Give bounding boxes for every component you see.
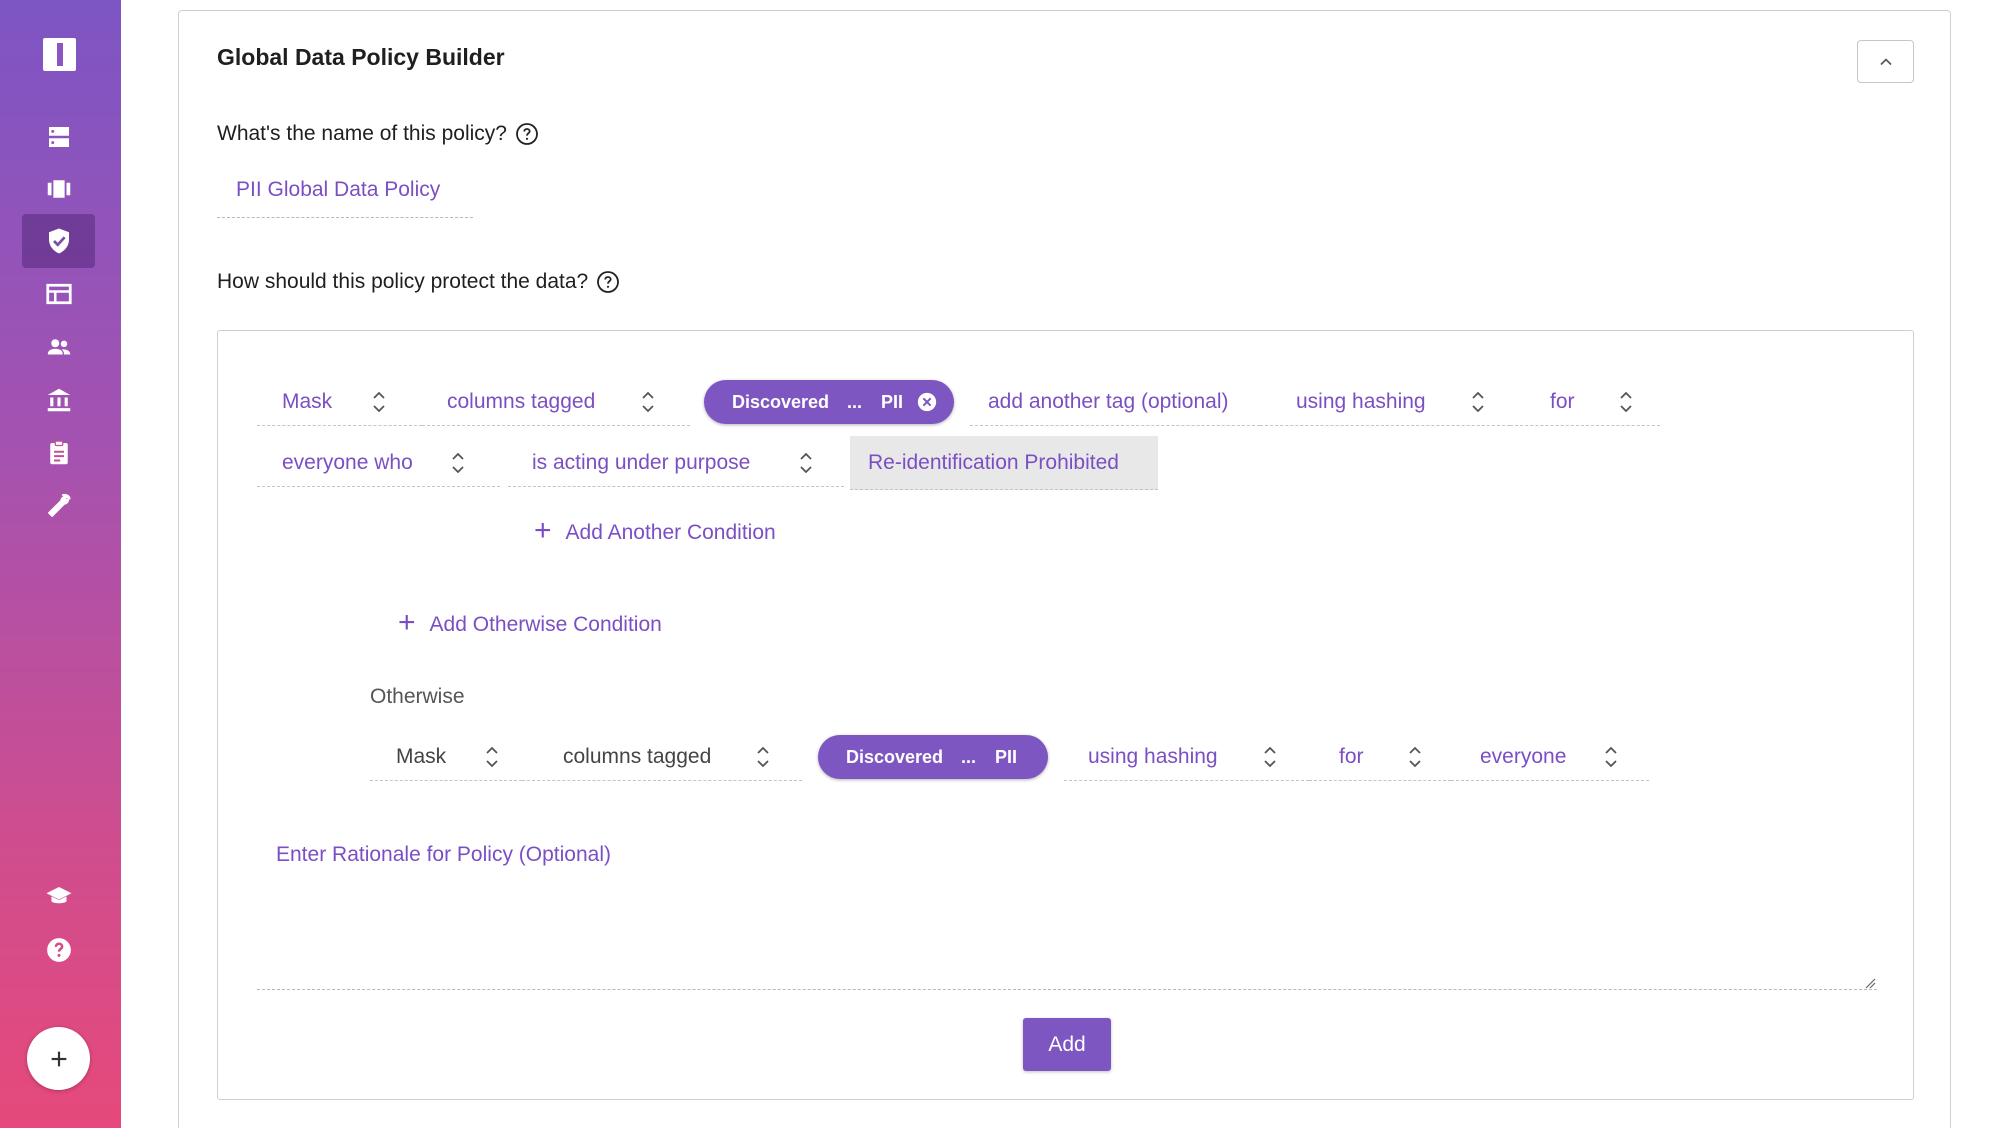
add-another-condition-button[interactable]: + Add Another Condition <box>534 516 776 546</box>
chevron-up-icon <box>1879 57 1892 65</box>
policy-name-input[interactable]: PII Global Data Policy <box>217 168 473 218</box>
target-select-value: columns tagged <box>447 389 596 413</box>
add-tag-placeholder: add another tag (optional) <box>988 389 1229 413</box>
who-select[interactable]: everyone who <box>257 439 500 487</box>
protect-question: How should this policy protect the data? <box>217 270 620 294</box>
add-fab-button[interactable] <box>27 1027 90 1090</box>
help-circle-icon[interactable] <box>515 122 539 146</box>
tag-chip-value: PII <box>881 391 904 412</box>
unfold-icon <box>484 744 500 770</box>
logo-icon[interactable] <box>43 38 76 71</box>
name-question-label: What's the name of this policy? <box>217 122 507 145</box>
unfold-icon <box>1262 744 1278 770</box>
action-select[interactable]: Mask <box>257 378 422 426</box>
add-another-condition-label: Add Another Condition <box>565 521 776 544</box>
otherwise-who-value: everyone <box>1480 744 1567 768</box>
unfold-icon <box>640 389 656 415</box>
for-select-value: for <box>1550 389 1575 413</box>
rationale-placeholder: Enter Rationale for Policy (Optional) <box>276 843 611 866</box>
unfold-icon <box>1470 389 1486 415</box>
storage-icon[interactable] <box>22 110 95 164</box>
target-select[interactable]: columns tagged <box>422 378 690 426</box>
plus-icon: + <box>534 514 552 547</box>
otherwise-target-value: columns tagged <box>563 744 712 768</box>
purpose-value: Re-identification Prohibited <box>868 450 1119 474</box>
who-select-value: everyone who <box>282 450 413 474</box>
purpose-input[interactable]: Re-identification Prohibited <box>850 436 1158 490</box>
otherwise-label: Otherwise <box>370 685 465 708</box>
otherwise-tag-chip-label: Discovered <box>846 746 944 767</box>
unfold-icon <box>755 744 771 770</box>
plus-icon: + <box>398 606 416 639</box>
add-tag-input[interactable]: add another tag (optional) <box>970 378 1260 426</box>
add-otherwise-condition-button[interactable]: + Add Otherwise Condition <box>398 608 662 638</box>
otherwise-target-select[interactable]: columns tagged <box>522 733 802 781</box>
add-button[interactable]: Add <box>1023 1018 1111 1071</box>
otherwise-who-select[interactable]: everyone <box>1451 733 1649 781</box>
unfold-icon <box>1618 389 1634 415</box>
otherwise-tag-chip-separator: ... <box>961 746 977 767</box>
condition-select[interactable]: is acting under purpose <box>508 439 844 487</box>
table-icon[interactable] <box>22 267 95 321</box>
unfold-icon <box>450 450 466 476</box>
otherwise-for-select[interactable]: for <box>1309 733 1451 781</box>
otherwise-action-select[interactable]: Mask <box>370 733 522 781</box>
action-select-value: Mask <box>282 389 333 413</box>
otherwise-tag-chip-value: PII <box>995 746 1018 767</box>
sidebar <box>0 0 121 1128</box>
otherwise-for-value: for <box>1339 744 1364 768</box>
wrench-icon[interactable] <box>22 479 95 533</box>
collapse-button[interactable] <box>1857 40 1914 83</box>
otherwise-tag-chip[interactable]: Discovered ... PII <box>818 735 1048 779</box>
help-icon[interactable] <box>22 923 95 977</box>
resize-handle-icon[interactable] <box>1864 977 1876 989</box>
tag-chip-separator: ... <box>847 391 863 412</box>
page-title: Global Data Policy Builder <box>217 44 505 70</box>
school-icon[interactable] <box>22 870 95 924</box>
people-icon[interactable] <box>22 320 95 374</box>
help-circle-icon[interactable] <box>596 270 620 294</box>
add-otherwise-condition-label: Add Otherwise Condition <box>429 613 662 636</box>
tag-chip-label: Discovered <box>732 391 830 412</box>
unfold-icon <box>1603 744 1619 770</box>
otherwise-action-value: Mask <box>396 744 447 768</box>
projects-icon[interactable] <box>22 162 95 216</box>
policy-shield-icon[interactable] <box>22 214 95 268</box>
app-root: Global Data Policy Builder What's the na… <box>0 0 1999 1128</box>
plus-icon <box>51 1051 66 1066</box>
otherwise-method-select[interactable]: using hashing <box>1064 733 1309 781</box>
unfold-icon <box>371 389 387 415</box>
otherwise-method-value: using hashing <box>1088 744 1218 768</box>
protect-question-label: How should this policy protect the data? <box>217 270 589 293</box>
bank-icon[interactable] <box>22 373 95 427</box>
condition-select-value: is acting under purpose <box>532 450 751 474</box>
clipboard-icon[interactable] <box>22 426 95 480</box>
unfold-icon <box>798 450 814 476</box>
remove-tag-icon[interactable] <box>916 391 938 418</box>
unfold-icon <box>1407 744 1423 770</box>
method-select-value: using hashing <box>1296 389 1426 413</box>
tag-chip[interactable]: Discovered ... PII <box>704 380 954 424</box>
method-select[interactable]: using hashing <box>1260 378 1510 426</box>
for-select[interactable]: for <box>1510 378 1660 426</box>
name-question: What's the name of this policy? <box>217 122 539 146</box>
